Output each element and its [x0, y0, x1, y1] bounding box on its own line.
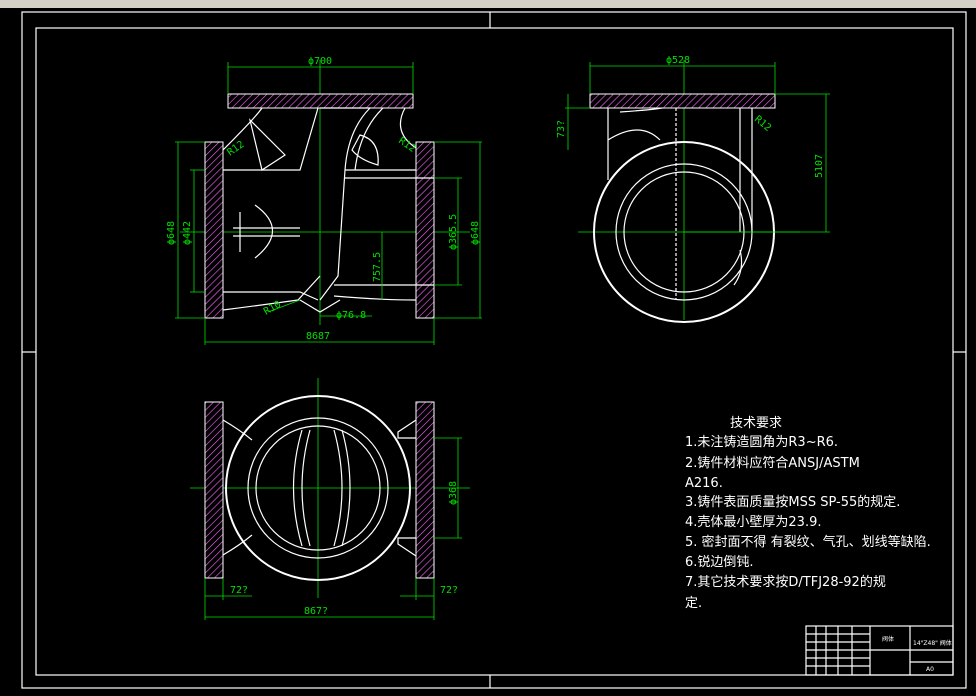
window-top-bar: [0, 0, 976, 8]
note-line-5: 4.壳体最小壁厚为23.9.: [685, 515, 821, 530]
note-line-4: 3.铸件表面质量按MSS SP-55的规定.: [685, 494, 900, 510]
front-dim-r-right: R12: [396, 135, 417, 154]
note-line-2: 2.铸件材料应符合ANSJ/ASTM: [685, 455, 860, 471]
note-line-8: 7.其它技术要求按D/TFJ28-92的规: [685, 574, 886, 590]
front-dim-r-bottom: R10: [262, 299, 283, 318]
front-dim-outer-left: ϕ648: [166, 221, 177, 245]
side-dim-height: 5107: [814, 154, 825, 178]
front-dim-inner-left: ϕ442: [182, 221, 193, 245]
technical-notes: 技术要求 1.未注铸造圆角为R3~R6. 2.铸件材料应符合ANSJ/ASTM …: [685, 416, 931, 611]
front-dim-overall-length: 8687: [306, 331, 330, 342]
drawing-svg: ϕ700 ϕ648 ϕ442 ϕ648 ϕ365.5 757.5 R12 R12…: [21, 11, 967, 689]
plan-dim-right-72: 72?: [440, 585, 458, 596]
note-line-6: 5. 密封面不得 有裂纹、气孔、划线等缺陷.: [685, 534, 931, 550]
front-dim-r-left: R12: [225, 139, 246, 158]
front-dim-height-mid: 757.5: [372, 252, 383, 282]
note-line-7: 6.锐边倒钝.: [685, 555, 754, 570]
note-line-3: A216.: [685, 476, 723, 491]
title-block: 阀体 14"Z48" 阀体 A0: [805, 625, 954, 676]
plan-dim-overall: 867?: [304, 606, 328, 617]
front-dim-outer-right: ϕ648: [470, 221, 481, 245]
title-block-scale: A0: [926, 666, 934, 673]
side-dim-left: 73?: [556, 120, 567, 138]
front-view: ϕ700 ϕ648 ϕ442 ϕ648 ϕ365.5 757.5 R12 R12…: [166, 56, 482, 345]
title-block-name: 阀体: [882, 635, 894, 643]
plan-view: ϕ368 72? 72? 867?: [190, 378, 470, 620]
front-dim-bottom-dia: ϕ76.8: [336, 310, 366, 321]
plan-dim-left-72: 72?: [230, 585, 248, 596]
front-dim-inner-right: ϕ365.5: [448, 214, 459, 250]
title-block-drawing: 14"Z48" 阀体: [913, 639, 952, 647]
side-dim-r-top: R12: [752, 114, 773, 134]
side-dim-top-dia: ϕ528: [666, 55, 690, 66]
note-line-1: 1.未注铸造圆角为R3~R6.: [685, 434, 838, 450]
notes-title: 技术要求: [730, 416, 782, 431]
front-dim-top-dia: ϕ700: [308, 56, 332, 67]
plan-dim-dia: ϕ368: [448, 481, 459, 505]
note-line-9: 定.: [685, 596, 702, 611]
side-view: ϕ528 73? R12 5107: [556, 55, 830, 323]
cad-drawing-canvas[interactable]: ϕ700 ϕ648 ϕ442 ϕ648 ϕ365.5 757.5 R12 R12…: [0, 8, 976, 696]
